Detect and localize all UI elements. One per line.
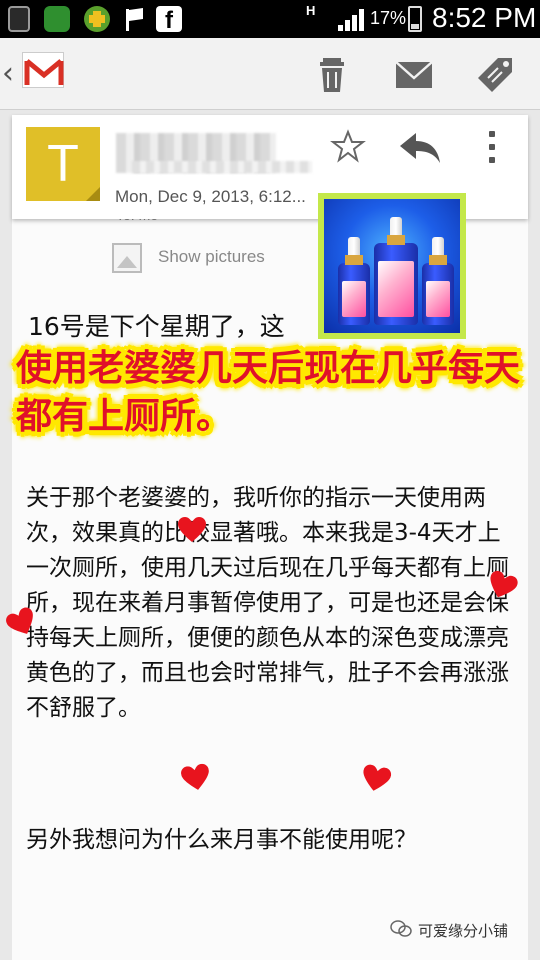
star-icon[interactable]: [330, 129, 366, 165]
message-date: Mon, Dec 9, 2013, 6:12...: [115, 187, 306, 206]
chevron-left-icon[interactable]: ‹: [2, 56, 14, 91]
heart-icon: [181, 763, 209, 790]
image-icon: [112, 243, 142, 273]
watermark: 可爱缘分小铺: [418, 922, 509, 940]
status-bar: f H 17% 8:52 PM: [0, 0, 540, 38]
label-icon[interactable]: [474, 54, 518, 94]
bottle-image: [374, 217, 418, 325]
body-paragraph: 关于那个老婆婆的，我听你的指示一天使用两次，效果真的比较显著哦。本来我是3-4天…: [26, 485, 509, 721]
action-bar: ‹: [0, 38, 540, 110]
body-question: 另外我想问为什么来月事不能使用呢？: [26, 827, 417, 853]
facebook-icon: f: [156, 6, 182, 34]
flag-icon: [122, 6, 148, 32]
signal-icon: [338, 9, 368, 31]
bottle-image: [422, 237, 454, 325]
reply-icon[interactable]: [398, 129, 442, 165]
gmail-icon[interactable]: [22, 52, 64, 88]
highlight-caption: 使用老婆婆几天后现在几乎每天都有上厕所。: [16, 348, 521, 437]
sim-icon: [8, 6, 30, 32]
battery-percent: 17%: [370, 8, 407, 28]
network-type: H: [306, 3, 316, 18]
product-image: [318, 193, 466, 339]
battery-icon: [408, 6, 422, 32]
plus-app-icon: [84, 6, 110, 32]
wechat-icon: [390, 920, 412, 937]
trash-icon[interactable]: [310, 54, 354, 94]
sender-address-blurred: [132, 161, 312, 173]
shield-app-icon: [44, 6, 70, 32]
overflow-menu-icon[interactable]: [482, 127, 502, 167]
heart-icon: [178, 517, 206, 542]
bottle-image: [338, 237, 370, 325]
show-pictures-label: Show pictures: [158, 247, 265, 266]
sender-avatar[interactable]: T: [26, 127, 100, 201]
body-line-1: 16号是下个星期了，这: [28, 312, 285, 341]
clock: 8:52 PM: [432, 2, 537, 33]
archive-icon[interactable]: [392, 54, 436, 94]
heart-icon: [363, 764, 392, 791]
